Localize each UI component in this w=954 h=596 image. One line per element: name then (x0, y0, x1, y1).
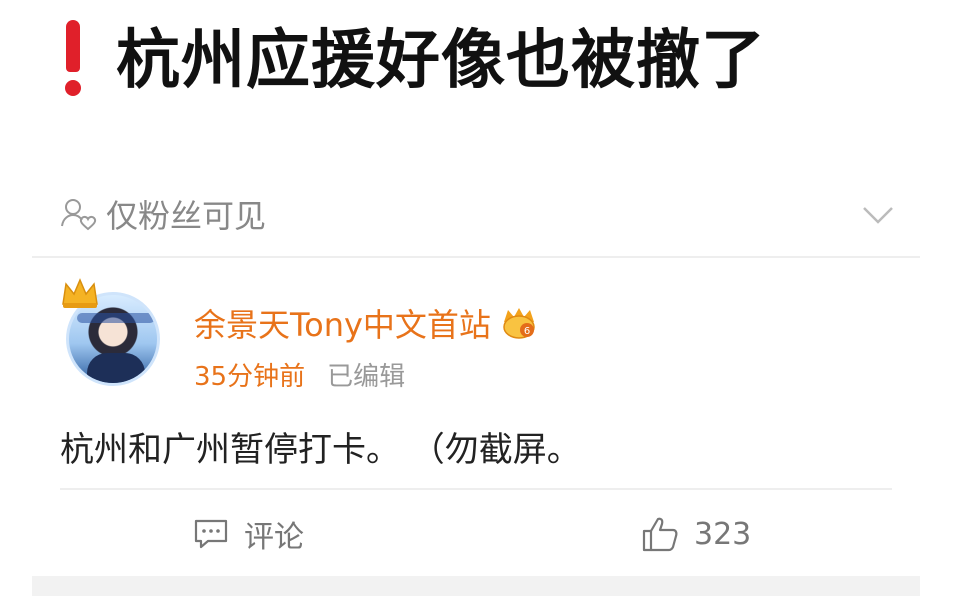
exclamation-icon (56, 14, 92, 96)
headline: 杭州应援好像也被撤了 (56, 10, 766, 100)
like-count: 323 (694, 516, 752, 552)
thumbs-up-icon (642, 517, 678, 552)
username-row: 余景天Tony中文首站 6 (194, 300, 537, 346)
post-time: 35分钟前 (194, 362, 306, 392)
divider (32, 256, 920, 258)
vip-level: 6 (524, 326, 530, 337)
visibility-label: 仅粉丝可见 (106, 197, 267, 235)
avatar-wrap[interactable] (60, 272, 170, 392)
visibility-row: 仅粉丝可见 (60, 188, 920, 240)
headline-text: 杭州应援好像也被撤了 (116, 24, 766, 98)
next-post-strip (32, 576, 920, 596)
post-meta: 35分钟前 已编辑 (194, 356, 405, 393)
chevron-down-icon[interactable] (860, 196, 896, 232)
edited-label[interactable]: 已编辑 (327, 356, 405, 393)
like-button[interactable]: 323 (640, 508, 751, 560)
fans-only-icon (61, 199, 97, 231)
post-content: 杭州和广州暂停打卡。 （勿截屏。 (60, 430, 581, 470)
comment-icon (194, 519, 228, 549)
crown-icon (62, 278, 98, 308)
divider (60, 488, 892, 490)
vip-crown-badge-icon[interactable]: 6 (501, 306, 537, 340)
username-link[interactable]: 余景天Tony中文首站 (194, 300, 491, 346)
comment-button[interactable]: 评论 (192, 508, 304, 560)
comment-label: 评论 (244, 520, 304, 555)
